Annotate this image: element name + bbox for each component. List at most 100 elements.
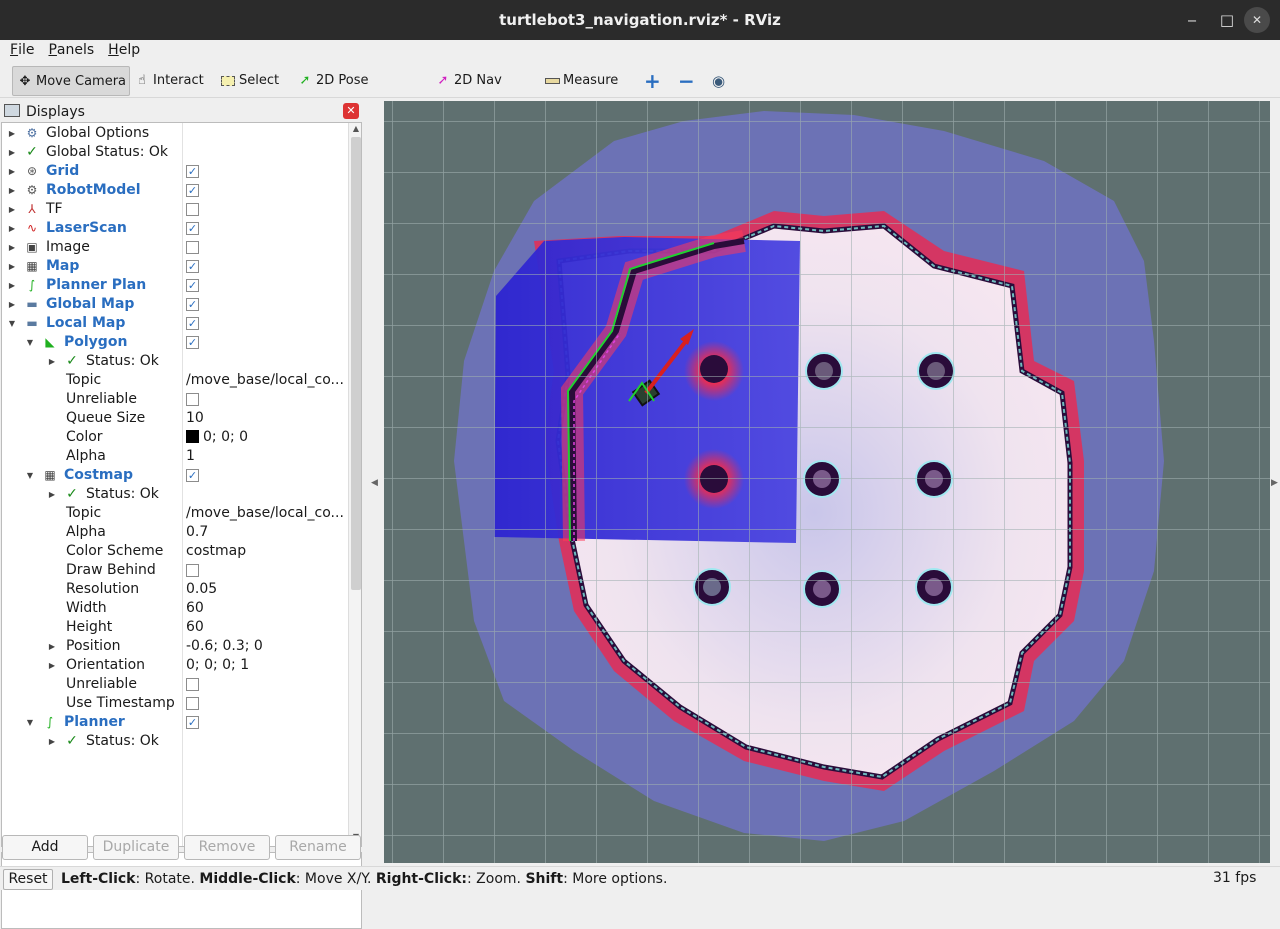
expand-down-icon[interactable]: ▼ xyxy=(24,466,36,485)
add-tool-button[interactable]: + xyxy=(640,66,668,96)
property-value[interactable]: 0.05 xyxy=(186,580,346,599)
property-value[interactable]: /move_base/local_co... xyxy=(186,371,346,390)
view-options-button[interactable]: ◉ xyxy=(708,66,736,96)
close-window-button[interactable]: ✕ xyxy=(1244,7,1270,33)
displays-tree[interactable]: ▶ ⚙ Global Options ▶ ✓ Global Status: Ok ▶ ⊛ Gri… xyxy=(1,122,362,847)
enable-checkbox[interactable]: ✓ xyxy=(186,336,199,349)
enable-checkbox[interactable] xyxy=(186,393,199,406)
tree-row-color[interactable]: Color 0; 0; 0 xyxy=(2,428,347,447)
property-value[interactable]: 10 xyxy=(186,409,346,428)
tree-scrollbar[interactable]: ▲ ▼ xyxy=(348,123,361,846)
tree-row-robotmodel[interactable]: ▶ ⚙ RobotModel ✓ xyxy=(2,181,347,200)
expand-right-icon[interactable]: ▶ xyxy=(46,732,58,751)
minimize-button[interactable]: ‒ xyxy=(1177,0,1207,40)
menu-help[interactable]: Help xyxy=(94,40,140,60)
property-value[interactable]: 0.7 xyxy=(186,523,346,542)
tree-row-color-scheme[interactable]: Color Scheme costmap xyxy=(2,542,347,561)
enable-checkbox[interactable]: ✓ xyxy=(186,165,199,178)
enable-checkbox[interactable] xyxy=(186,564,199,577)
expand-right-icon[interactable]: ▶ xyxy=(46,352,58,371)
tree-row-planner[interactable]: ▼ ∫ Planner ✓ xyxy=(2,713,347,732)
tree-row-alpha[interactable]: Alpha 1 xyxy=(2,447,347,466)
tree-row-orientation[interactable]: ▶ Orientation 0; 0; 0; 1 xyxy=(2,656,347,675)
tree-row-alpha[interactable]: Alpha 0.7 xyxy=(2,523,347,542)
enable-checkbox[interactable]: ✓ xyxy=(186,222,199,235)
reset-button[interactable]: Reset xyxy=(3,869,53,890)
expand-right-icon[interactable]: ▶ xyxy=(6,162,18,181)
expand-down-icon[interactable]: ▼ xyxy=(24,333,36,352)
tree-row-polygon[interactable]: ▼ ◣ Polygon ✓ xyxy=(2,333,347,352)
expand-right-icon[interactable]: ▶ xyxy=(6,124,18,143)
move-camera-tool[interactable]: ✥ Move Camera xyxy=(12,66,130,96)
expand-right-icon[interactable]: ▶ xyxy=(6,295,18,314)
tree-row-topic[interactable]: Topic/move_base/local_co... xyxy=(2,371,347,390)
expand-down-icon[interactable]: ▼ xyxy=(24,713,36,732)
tree-row-global-map[interactable]: ▶ ▬ Global Map ✓ xyxy=(2,295,347,314)
menu-file[interactable]: File xyxy=(0,40,34,60)
enable-checkbox[interactable] xyxy=(186,203,199,216)
maximize-button[interactable]: □ xyxy=(1212,0,1242,40)
tree-row-width[interactable]: Width 60 xyxy=(2,599,347,618)
tree-row-status-ok[interactable]: ▶ ✓ Status: Ok xyxy=(2,352,347,371)
expand-right-icon[interactable]: ▶ xyxy=(6,276,18,295)
rename-button[interactable]: Rename xyxy=(275,835,361,860)
property-value[interactable]: 0; 0; 0 xyxy=(186,428,346,447)
remove-tool-button[interactable]: − xyxy=(674,66,702,96)
select-tool[interactable]: Select xyxy=(216,66,286,96)
expand-right-icon[interactable]: ▶ xyxy=(6,219,18,238)
property-value[interactable]: costmap xyxy=(186,542,346,561)
expand-right-icon[interactable]: ▶ xyxy=(6,143,18,162)
scroll-up-icon[interactable]: ▲ xyxy=(350,124,361,136)
map-visualization[interactable] xyxy=(384,101,1270,863)
tree-row-global-options[interactable]: ▶ ⚙ Global Options xyxy=(2,124,347,143)
expand-right-icon[interactable]: ▶ xyxy=(46,485,58,504)
remove-button[interactable]: Remove xyxy=(184,835,270,860)
tree-row-unreliable[interactable]: Unreliable xyxy=(2,675,347,694)
tree-row-status-ok[interactable]: ▶ ✓ Status: Ok xyxy=(2,485,347,504)
measure-tool[interactable]: Measure xyxy=(540,66,620,96)
property-value[interactable]: 60 xyxy=(186,599,346,618)
render-view[interactable] xyxy=(384,101,1270,863)
tree-row-map[interactable]: ▶ ▦ Map ✓ xyxy=(2,257,347,276)
close-panel-icon[interactable]: ✕ xyxy=(343,103,359,119)
tree-row-grid[interactable]: ▶ ⊛ Grid ✓ xyxy=(2,162,347,181)
collapse-right-icon[interactable]: ▶ xyxy=(1271,478,1278,488)
enable-checkbox[interactable]: ✓ xyxy=(186,279,199,292)
tree-row-global-status-ok[interactable]: ▶ ✓ Global Status: Ok xyxy=(2,143,347,162)
enable-checkbox[interactable] xyxy=(186,678,199,691)
menu-panels[interactable]: Panels xyxy=(34,40,94,60)
property-value[interactable]: /move_base/local_co... xyxy=(186,504,346,523)
enable-checkbox[interactable]: ✓ xyxy=(186,260,199,273)
right-splitter[interactable]: ▶ xyxy=(1270,101,1280,863)
expand-right-icon[interactable]: ▶ xyxy=(6,200,18,219)
expand-right-icon[interactable]: ▶ xyxy=(6,238,18,257)
enable-checkbox[interactable]: ✓ xyxy=(186,469,199,482)
tree-row-unreliable[interactable]: Unreliable xyxy=(2,390,347,409)
tree-row-image[interactable]: ▶ ▣ Image xyxy=(2,238,347,257)
color-swatch[interactable] xyxy=(186,430,199,443)
enable-checkbox[interactable]: ✓ xyxy=(186,317,199,330)
scrollbar-thumb[interactable] xyxy=(351,137,361,590)
expand-right-icon[interactable]: ▶ xyxy=(6,181,18,200)
tree-row-position[interactable]: ▶ Position -0.6; 0.3; 0 xyxy=(2,637,347,656)
enable-checkbox[interactable]: ✓ xyxy=(186,298,199,311)
property-value[interactable]: -0.6; 0.3; 0 xyxy=(186,637,346,656)
enable-checkbox[interactable]: ✓ xyxy=(186,184,199,197)
tree-row-costmap[interactable]: ▼ ▦ Costmap ✓ xyxy=(2,466,347,485)
collapse-left-icon[interactable]: ◀ xyxy=(371,478,378,488)
expand-down-icon[interactable]: ▼ xyxy=(6,314,18,333)
tree-row-tf[interactable]: ▶ ⅄ TF xyxy=(2,200,347,219)
tree-row-status-ok[interactable]: ▶ ✓ Status: Ok xyxy=(2,732,347,751)
tree-row-height[interactable]: Height 60 xyxy=(2,618,347,637)
expand-right-icon[interactable]: ▶ xyxy=(46,637,58,656)
property-value[interactable]: 60 xyxy=(186,618,346,637)
tree-row-resolution[interactable]: Resolution 0.05 xyxy=(2,580,347,599)
tree-row-topic[interactable]: Topic/move_base/local_co... xyxy=(2,504,347,523)
left-splitter[interactable]: ◀ xyxy=(363,101,384,863)
tree-row-local-map[interactable]: ▼ ▬ Local Map ✓ xyxy=(2,314,347,333)
property-value[interactable]: 1 xyxy=(186,447,346,466)
nav-goal-tool[interactable]: ➚2D Nav Goal xyxy=(431,66,531,118)
add-button[interactable]: Add xyxy=(2,835,88,860)
duplicate-button[interactable]: Duplicate xyxy=(93,835,179,860)
enable-checkbox[interactable]: ✓ xyxy=(186,716,199,729)
